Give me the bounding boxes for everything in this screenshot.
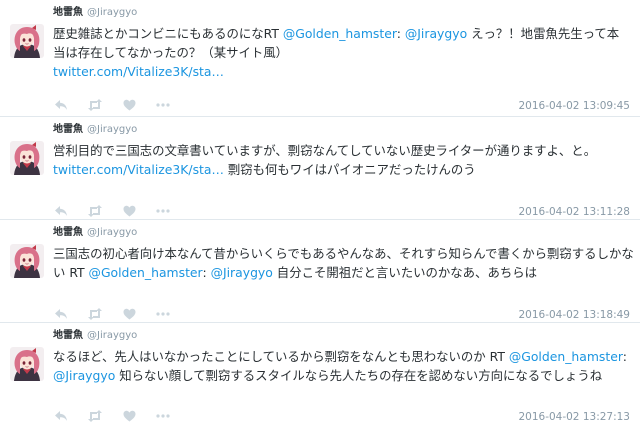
- tweet-text: 歴史雑誌とかコンビニにもあるのになRT @Golden_hamster: @Ji…: [53, 24, 633, 81]
- screen-name[interactable]: @Jiraygyo: [87, 227, 137, 238]
- tweet-text-segment: 自分こそ開祖だと言いたいのかなあ、あちらは: [272, 265, 538, 280]
- favorite-icon[interactable]: [121, 306, 137, 322]
- tweet[interactable]: 地雷魚 @Jiraygyo なるほど、先人はいなかったことにしているから剽窃をなん…: [0, 323, 640, 427]
- tweet-text-segment: :: [622, 349, 627, 364]
- display-name[interactable]: 地雷魚: [53, 227, 83, 238]
- mention-link[interactable]: @Golden_hamster: [283, 26, 397, 41]
- retweet-icon[interactable]: [87, 408, 103, 424]
- tweet-actions: [53, 306, 171, 322]
- tweet-text-line: 三国志の初心者向け本なんて昔からいくらでもあるやんなあ、それすら知らんで書くから…: [53, 244, 634, 263]
- tweet-text-segment: :: [202, 265, 211, 280]
- more-icon[interactable]: [155, 203, 171, 219]
- tweet[interactable]: 地雷魚 @Jiraygyo 三国志の初心者向け本なんて昔からいくらでもあるやんなあ…: [0, 220, 640, 323]
- mention-link[interactable]: @Jiraygyo: [405, 26, 467, 41]
- tweet-timestamp[interactable]: 2016-04-02 13:09:45: [518, 100, 630, 112]
- tweet-text-segment: 三国志の初心者向け本なんて昔からいくらでもあるやんなあ、それすら知らんで書くから…: [53, 246, 634, 261]
- more-icon[interactable]: [155, 408, 171, 424]
- screen-name[interactable]: @Jiraygyo: [87, 124, 137, 135]
- avatar[interactable]: [10, 244, 44, 278]
- tweet-text-line: 当は存在してなかったの？（某サイト風）: [53, 43, 633, 62]
- reply-icon[interactable]: [53, 408, 69, 424]
- tweet-actions: [53, 97, 171, 113]
- tweet-text: なるほど、先人はいなかったことにしているから剽窃をなんとも思わないのか RT @…: [53, 347, 633, 385]
- tweet-text-line: 歴史雑誌とかコンビニにもあるのになRT @Golden_hamster: @Ji…: [53, 24, 633, 43]
- tweet-text-segment: えっ？！地雷魚先生って本: [467, 26, 620, 41]
- tweet-header: 地雷魚 @Jiraygyo: [53, 329, 137, 343]
- tweet-text-segment: い RT: [53, 265, 89, 280]
- mention-link[interactable]: @Golden_hamster: [509, 349, 623, 364]
- display-name[interactable]: 地雷魚: [53, 330, 83, 341]
- reply-icon[interactable]: [53, 97, 69, 113]
- avatar[interactable]: [10, 347, 44, 381]
- screen-name[interactable]: @Jiraygyo: [87, 330, 137, 341]
- tweet-text-segment: 当は存在してなかったの？（某サイト風）: [53, 45, 289, 60]
- mention-link[interactable]: @Jiraygyo: [211, 265, 273, 280]
- screen-name[interactable]: @Jiraygyo: [87, 7, 137, 18]
- tweet-timestamp[interactable]: 2016-04-02 13:11:28: [518, 206, 630, 218]
- tweet[interactable]: 地雷魚 @Jiraygyo 歴史雑誌とかコンビニにもあるのになRT @Golden…: [0, 0, 640, 117]
- tweet-actions: [53, 203, 171, 219]
- tweet-header: 地雷魚 @Jiraygyo: [53, 226, 137, 240]
- tweet-text-segment: なるほど、先人はいなかったことにしているから剽窃をなんとも思わないのか RT: [53, 349, 509, 364]
- mention-link[interactable]: @Golden_hamster: [89, 265, 203, 280]
- tweet-text-line: なるほど、先人はいなかったことにしているから剽窃をなんとも思わないのか RT @…: [53, 347, 633, 366]
- tweet-text-segment: 営利目的で三国志の文章書いていますが、剽窃なんてしていない歴史ライターが通ります…: [53, 143, 597, 158]
- tweet-timestamp[interactable]: 2016-04-02 13:18:49: [518, 309, 630, 321]
- tweet-text-line: い RT @Golden_hamster: @Jiraygyo 自分こそ開祖だと…: [53, 263, 633, 282]
- avatar[interactable]: [10, 24, 44, 58]
- more-icon[interactable]: [155, 306, 171, 322]
- tweet-text-line: 営利目的で三国志の文章書いていますが、剽窃なんてしていない歴史ライターが通ります…: [53, 141, 633, 160]
- display-name[interactable]: 地雷魚: [53, 124, 83, 135]
- tweet-text-line: twitter.com/Vitalize3K/sta…: [53, 62, 633, 81]
- favorite-icon[interactable]: [121, 408, 137, 424]
- tweet-actions: [53, 408, 171, 424]
- tweet-text-line: @Jiraygyo 知らない顔して剽窃するスタイルなら先人たちの存在を認めない方…: [53, 366, 633, 385]
- favorite-icon[interactable]: [121, 203, 137, 219]
- tweet-text-segment: 剽窃も何もワイはパイオニアだったけんのう: [223, 162, 476, 177]
- avatar[interactable]: [10, 141, 44, 175]
- tweet-timestamp[interactable]: 2016-04-02 13:27:13: [518, 411, 630, 423]
- tweet-text-segment: :: [396, 26, 405, 41]
- tweet-header: 地雷魚 @Jiraygyo: [53, 123, 137, 137]
- retweet-icon[interactable]: [87, 203, 103, 219]
- retweet-icon[interactable]: [87, 97, 103, 113]
- tweet-text-segment: 知らない顔して剽窃するスタイルなら先人たちの存在を認めない方向になるでしょうね: [115, 368, 603, 383]
- reply-icon[interactable]: [53, 203, 69, 219]
- more-icon[interactable]: [155, 97, 171, 113]
- retweet-icon[interactable]: [87, 306, 103, 322]
- tweet-text: 営利目的で三国志の文章書いていますが、剽窃なんてしていない歴史ライターが通ります…: [53, 141, 633, 179]
- tweet[interactable]: 地雷魚 @Jiraygyo 営利目的で三国志の文章書いていますが、剽窃なんてしてい…: [0, 117, 640, 220]
- tweet-text-segment: 歴史雑誌とかコンビニにもあるのになRT: [53, 26, 283, 41]
- tweet-header: 地雷魚 @Jiraygyo: [53, 6, 137, 20]
- url-link[interactable]: twitter.com/Vitalize3K/sta…: [53, 162, 224, 177]
- mention-link[interactable]: @Jiraygyo: [53, 368, 115, 383]
- favorite-icon[interactable]: [121, 97, 137, 113]
- tweet-text-line: twitter.com/Vitalize3K/sta… 剽窃も何もワイはパイオニ…: [53, 160, 633, 179]
- timeline: 地雷魚 @Jiraygyo 歴史雑誌とかコンビニにもあるのになRT @Golden…: [0, 0, 640, 427]
- tweet-text: 三国志の初心者向け本なんて昔からいくらでもあるやんなあ、それすら知らんで書くから…: [53, 244, 634, 282]
- display-name[interactable]: 地雷魚: [53, 7, 83, 18]
- url-link[interactable]: twitter.com/Vitalize3K/sta…: [53, 64, 224, 79]
- reply-icon[interactable]: [53, 306, 69, 322]
